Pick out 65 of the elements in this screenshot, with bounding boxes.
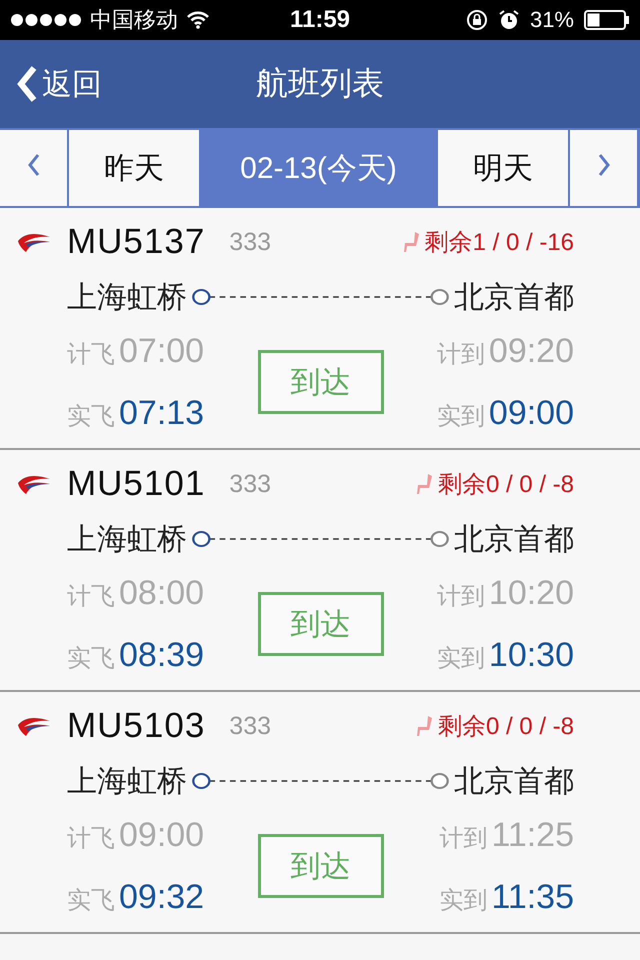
actual-arrival: 10:30 xyxy=(488,636,574,674)
time-label: 计飞 xyxy=(67,824,115,854)
time-label: 计飞 xyxy=(67,582,115,612)
carrier-name: 中国移动 xyxy=(90,6,178,34)
rotation-lock-icon xyxy=(466,9,488,31)
actual-departure: 08:39 xyxy=(119,636,204,674)
time-label: 计到 xyxy=(436,340,485,370)
flight-status: 到达 xyxy=(258,592,384,656)
aircraft-type: 333 xyxy=(229,712,272,740)
departure-airport: 上海虹桥 xyxy=(67,764,187,800)
flight-status: 到达 xyxy=(258,834,384,898)
flight-number: MU5103 xyxy=(67,706,206,746)
seat-icon xyxy=(402,231,421,253)
actual-departure: 07:13 xyxy=(119,394,204,432)
actual-arrival: 11:35 xyxy=(491,878,574,916)
aircraft-type: 333 xyxy=(229,470,272,498)
next-day-button[interactable] xyxy=(570,130,637,206)
remaining-seats: 剩余0 / 0 / -8 xyxy=(438,468,574,500)
time-label: 实到 xyxy=(436,644,485,674)
time-label: 实到 xyxy=(436,402,485,432)
back-button[interactable]: 返回 xyxy=(0,54,102,114)
arrival-airport: 北京首都 xyxy=(454,764,574,800)
flight-number: MU5137 xyxy=(67,222,206,262)
scheduled-arrival: 09:20 xyxy=(488,332,574,370)
flight-status: 到达 xyxy=(258,350,384,414)
arrival-airport: 北京首都 xyxy=(454,280,574,316)
alarm-icon xyxy=(498,9,520,31)
time-label: 实到 xyxy=(439,886,488,916)
time-label: 实飞 xyxy=(67,402,115,432)
flight-number: MU5101 xyxy=(67,464,206,504)
page-title: 航班列表 xyxy=(256,64,384,103)
airline-logo-icon xyxy=(16,231,52,253)
scheduled-departure: 08:00 xyxy=(119,574,204,612)
wifi-icon xyxy=(186,11,210,29)
back-icon xyxy=(16,65,38,103)
departure-airport: 上海虹桥 xyxy=(67,522,187,558)
airline-logo-icon xyxy=(16,473,52,495)
airline-logo-icon xyxy=(16,715,52,737)
time-label: 计到 xyxy=(436,582,485,612)
time-label: 实飞 xyxy=(67,644,115,674)
aircraft-type: 333 xyxy=(229,228,272,256)
chevron-left-icon xyxy=(26,153,40,177)
time-label: 计到 xyxy=(439,824,488,854)
time-label: 计飞 xyxy=(67,340,115,370)
time-label: 实飞 xyxy=(67,886,115,916)
actual-departure: 09:32 xyxy=(119,878,204,916)
scheduled-arrival: 10:20 xyxy=(488,574,574,612)
scheduled-arrival: 11:25 xyxy=(491,816,574,854)
arrival-airport: 北京首都 xyxy=(454,522,574,558)
clock-time: 11:59 xyxy=(290,6,350,34)
seat-icon xyxy=(416,473,434,495)
scheduled-departure: 09:00 xyxy=(119,816,204,854)
signal-icon xyxy=(10,13,82,27)
battery-icon xyxy=(584,10,630,30)
chevron-right-icon xyxy=(596,153,610,177)
battery-percent: 31% xyxy=(530,7,574,33)
actual-arrival: 09:00 xyxy=(488,394,574,432)
departure-airport: 上海虹桥 xyxy=(67,280,187,316)
date-tab[interactable]: 昨天 xyxy=(69,130,199,206)
scheduled-departure: 07:00 xyxy=(119,332,204,370)
seat-icon xyxy=(416,715,434,737)
date-tab[interactable]: 明天 xyxy=(438,130,568,206)
remaining-seats: 剩余1 / 0 / -16 xyxy=(424,226,574,258)
previous-day-button[interactable] xyxy=(0,130,67,206)
remaining-seats: 剩余0 / 0 / -8 xyxy=(438,710,574,742)
